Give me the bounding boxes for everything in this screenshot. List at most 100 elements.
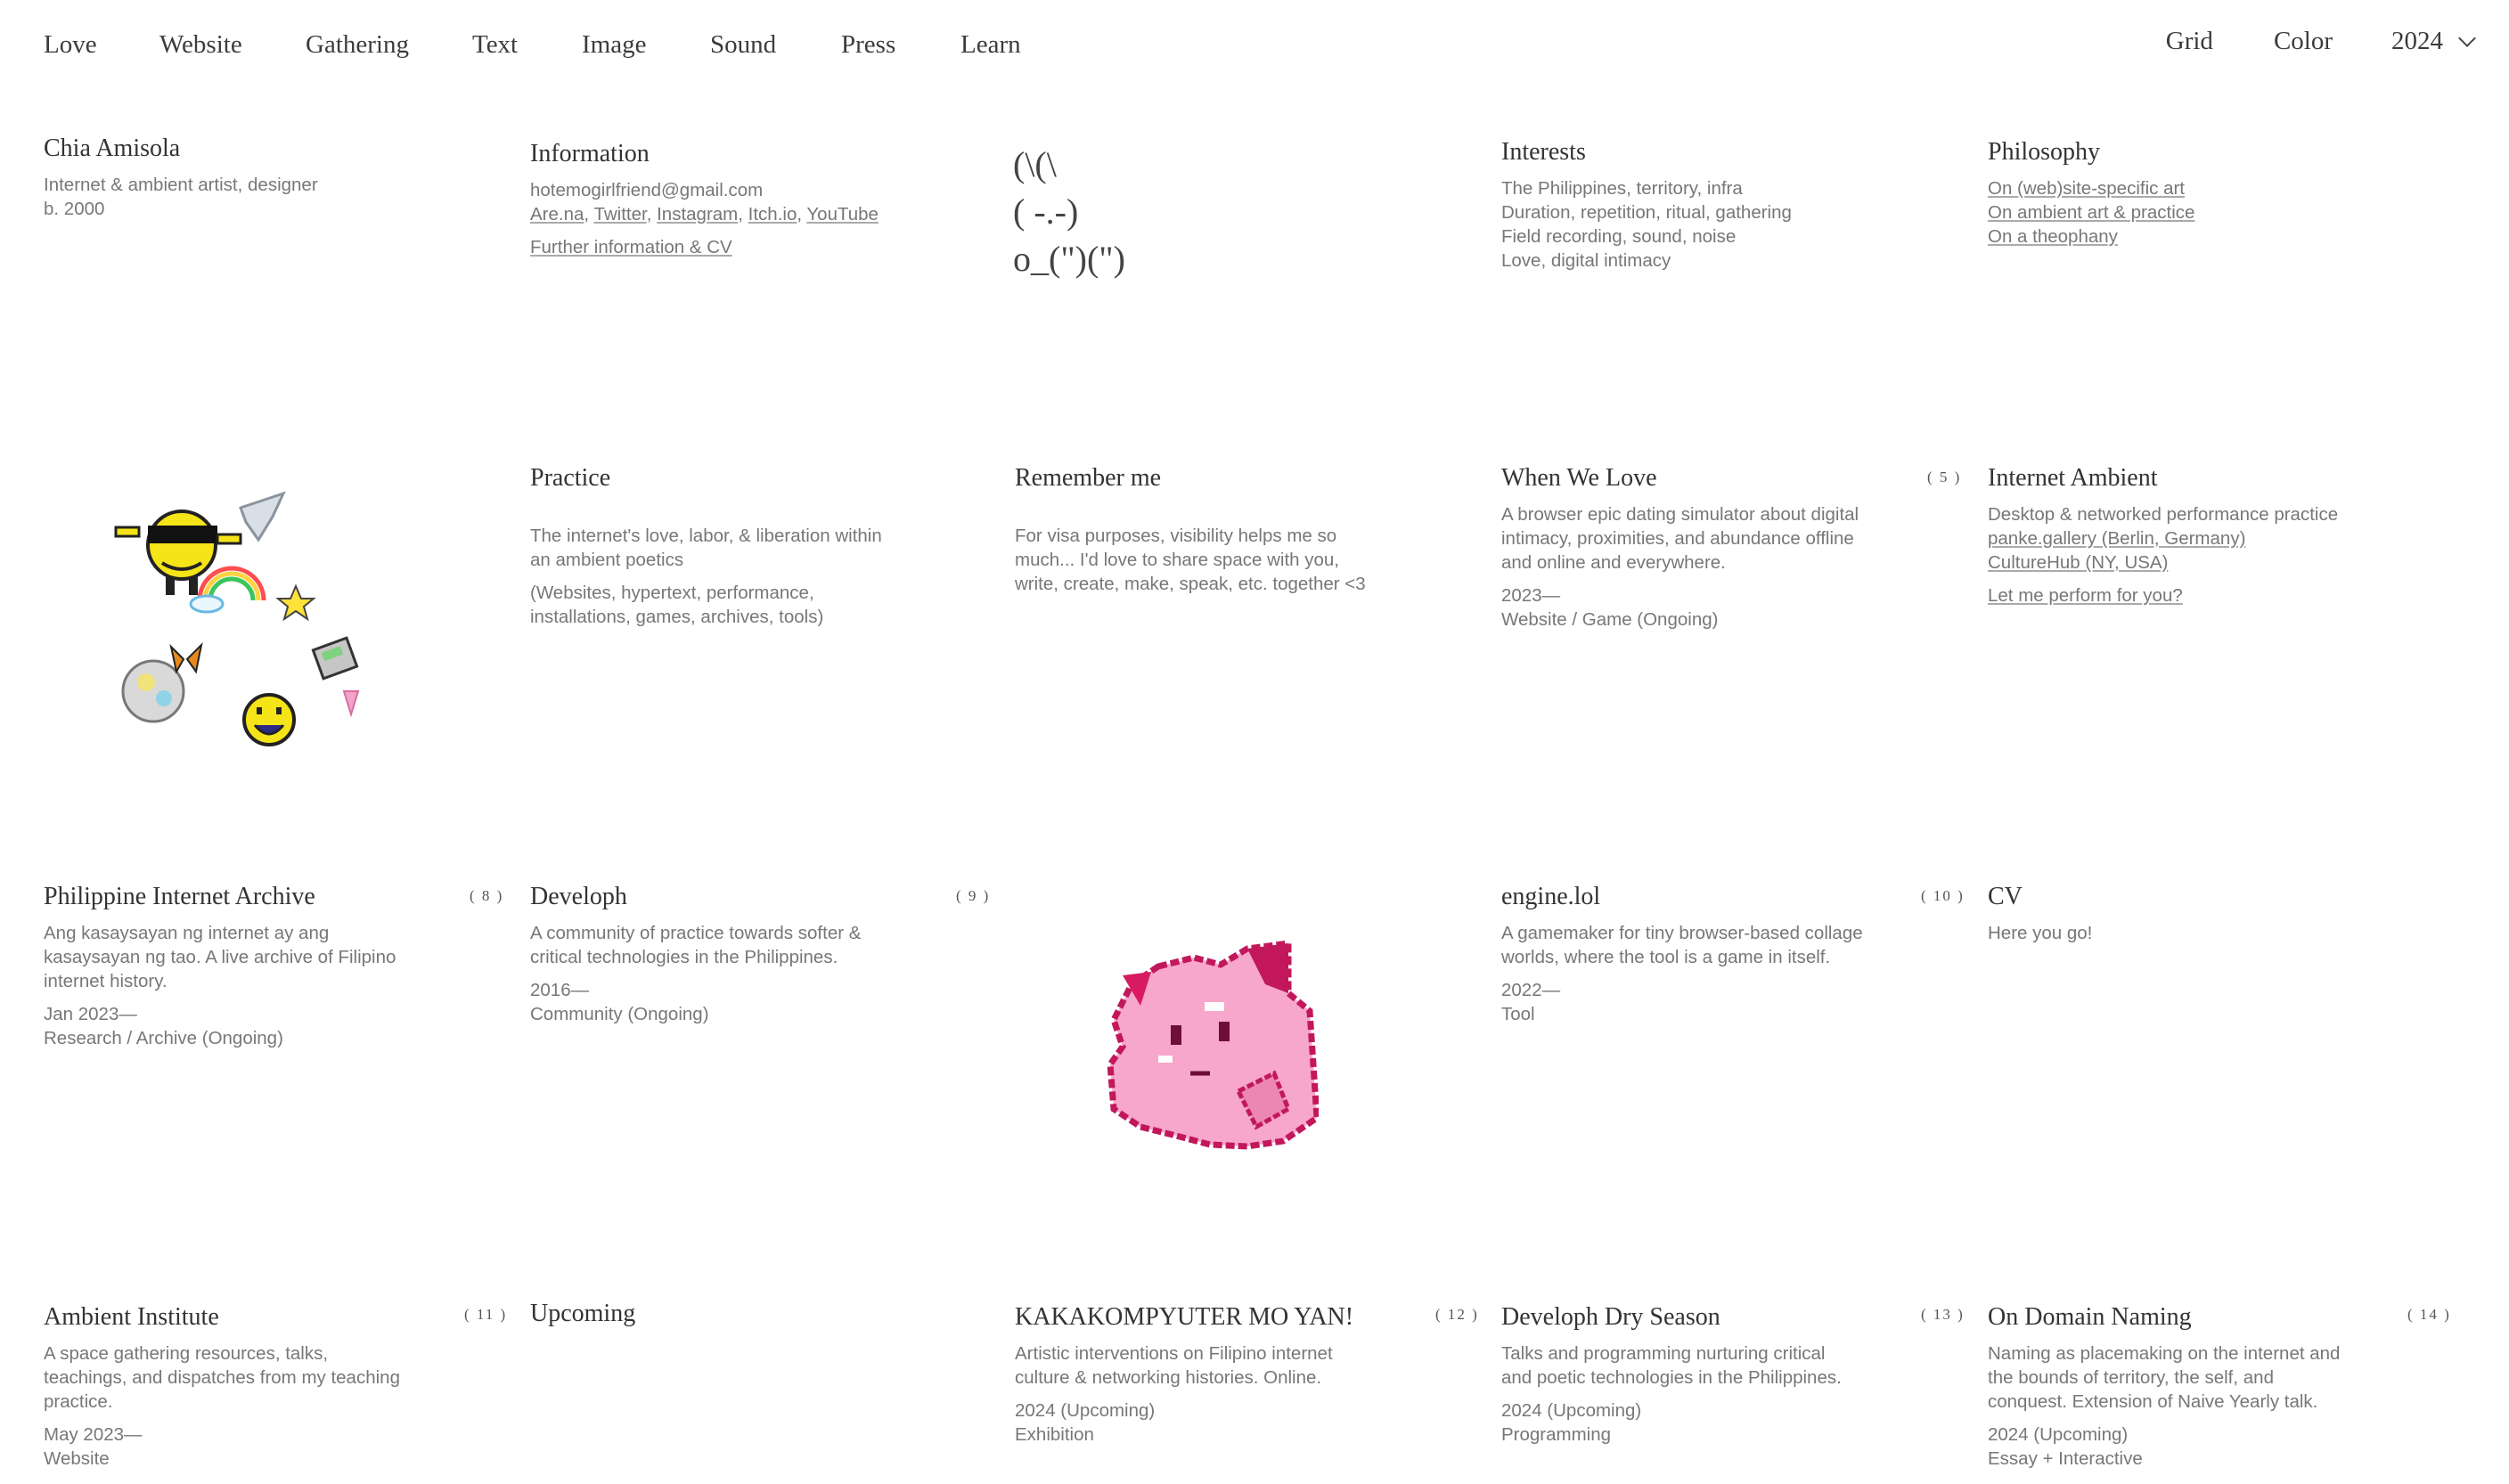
year-value: 2024 [2391,27,2443,55]
year-select[interactable]: 2024 [2391,27,2476,56]
interest-item: Love, digital intimacy [1501,250,1671,271]
project-title[interactable]: Developh [530,882,904,912]
project-date: 2022— [1501,980,1561,1000]
profile-name: Chia Amisola [44,135,181,162]
floppy-icon [311,636,359,681]
nav-website[interactable]: Website [159,30,306,60]
project-card[interactable]: Developh Dry Season Talks and programmin… [1501,1302,1876,1447]
practice-desc: The internet's love, labor, & liberation… [530,526,882,546]
project-desc: Artistic interventions on Filipino inter… [1015,1343,1333,1364]
further-info-link[interactable]: Further information & CV [530,237,732,257]
desktop-icons-collage [114,491,360,746]
view-controls: Grid Color 2024 [2166,27,2476,56]
top-nav: Love Website Gathering Text Image Sound … [44,30,1021,60]
project-desc: conquest. Extension of Naive Yearly talk… [1988,1391,2318,1412]
upcoming-title: Upcoming [530,1300,636,1327]
project-card[interactable]: Developh A community of practice towards… [530,882,904,1026]
link-itchio[interactable]: Itch.io [748,204,797,224]
grid-toggle[interactable]: Grid [2166,27,2213,56]
link-youtube[interactable]: YouTube [806,204,879,224]
philosophy-link[interactable]: On ambient art & practice [1988,202,2194,223]
project-desc: intimacy, proximities, and abundance off… [1501,528,1854,549]
information-title: Information [530,140,650,167]
project-title[interactable]: On Domain Naming [1988,1302,2362,1333]
practice-desc: an ambient poetics [530,550,684,570]
profile-card: Chia Amisola Internet & ambient artist, … [44,134,418,221]
nav-love[interactable]: Love [44,30,159,60]
perform-link[interactable]: Let me perform for you? [1988,585,2183,606]
project-desc: worlds, where the tool is a game in itse… [1501,947,1831,967]
project-desc: Ang kasaysayan ng internet ay ang [44,923,330,943]
link-instagram[interactable]: Instagram [657,204,738,224]
practice-forms: installations, games, archives, tools) [530,607,824,627]
project-card[interactable]: Ambient Institute A space gathering reso… [44,1302,418,1471]
upcoming-card: Upcoming [530,1299,904,1338]
project-desc: A community of practice towards softer & [530,923,862,943]
philosophy-card: Philosophy On (web)site-specific art On … [1988,137,2362,249]
project-card[interactable]: On Domain Naming Naming as placemaking o… [1988,1302,2362,1471]
email[interactable]: hotemogirlfriend@gmail.com [530,178,904,202]
rainbow-icon [189,566,266,614]
project-desc: teachings, and dispatches from my teachi… [44,1367,400,1388]
project-title[interactable]: Internet Ambient [1988,463,2362,493]
interest-item: Field recording, sound, noise [1501,226,1737,247]
nav-sound[interactable]: Sound [710,30,841,60]
project-desc: the bounds of territory, the self, and [1988,1367,2274,1388]
project-title[interactable]: When We Love [1501,463,1876,493]
nav-gathering[interactable]: Gathering [306,30,472,60]
dove-icon [239,491,286,542]
project-type: Community (Ongoing) [530,1004,709,1024]
philosophy-link[interactable]: On a theophany [1988,226,2118,247]
project-number: ( 13 ) [1921,1306,1965,1323]
practice-title: Practice [530,464,611,492]
project-desc: kasaysayan ng tao. A live archive of Fil… [44,947,396,967]
project-type: Exhibition [1015,1424,1094,1445]
link-arena[interactable]: Are.na [530,204,584,224]
project-desc: A space gathering resources, talks, [44,1343,329,1364]
remember-title: Remember me [1015,464,1162,492]
philosophy-title: Philosophy [1988,138,2101,166]
project-card[interactable]: engine.lol A gamemaker for tiny browser-… [1501,882,1876,1026]
project-date: Jan 2023— [44,1004,137,1024]
project-desc: internet history. [44,971,168,991]
star-icon [275,583,316,622]
project-desc: A browser epic dating simulator about di… [1501,504,1859,525]
practice-card: Practice The internet's love, labor, & l… [530,463,904,629]
project-title[interactable]: KAKAKOMPYUTER MO YAN! [1015,1302,1389,1333]
project-number: ( 9 ) [956,887,991,904]
disco-ball-icon [121,659,185,723]
nav-text[interactable]: Text [472,30,582,60]
project-type: Website [44,1448,110,1469]
project-title[interactable]: Developh Dry Season [1501,1302,1876,1333]
internet-ambient-card: Internet Ambient Desktop & networked per… [1988,463,2362,607]
project-card[interactable]: KAKAKOMPYUTER MO YAN! Artistic intervent… [1015,1302,1389,1447]
link-twitter[interactable]: Twitter [593,204,646,224]
project-number: ( 14 ) [2407,1306,2451,1323]
project-card[interactable]: When We Love A browser epic dating simul… [1501,463,1876,632]
nav-press[interactable]: Press [841,30,960,60]
venue-link[interactable]: CultureHub (NY, USA) [1988,552,2168,573]
project-date: 2024 (Upcoming) [1015,1400,1156,1421]
color-toggle[interactable]: Color [2274,27,2333,56]
nav-learn[interactable]: Learn [960,30,1021,60]
profile-born: b. 2000 [44,199,105,219]
profile-role: Internet & ambient artist, designer [44,175,318,195]
social-links: Are.na, Twitter, Instagram, Itch.io, You… [530,204,879,224]
philosophy-link[interactable]: On (web)site-specific art [1988,178,2185,199]
practice-forms: (Websites, hypertext, performance, [530,583,814,603]
project-card[interactable]: Philippine Internet Archive Ang kasaysay… [44,882,418,1050]
remember-text: write, create, make, speak, etc. togethe… [1015,574,1366,594]
nav-image[interactable]: Image [582,30,710,60]
project-desc: A gamemaker for tiny browser-based colla… [1501,923,1863,943]
project-title[interactable]: Philippine Internet Archive [44,882,418,912]
project-desc: and poetic technologies in the Philippin… [1501,1367,1842,1388]
project-title[interactable]: engine.lol [1501,882,1876,912]
project-desc: critical technologies in the Philippines… [530,947,838,967]
project-desc: Desktop & networked performance practice [1988,504,2339,525]
cv-title[interactable]: CV [1988,882,2362,912]
project-title[interactable]: Ambient Institute [44,1302,418,1333]
venue-link[interactable]: panke.gallery (Berlin, Germany) [1988,528,2245,549]
project-type: Tool [1501,1004,1535,1024]
project-desc: culture & networking histories. Online. [1015,1367,1322,1388]
cv-card[interactable]: CV Here you go! [1988,882,2362,945]
